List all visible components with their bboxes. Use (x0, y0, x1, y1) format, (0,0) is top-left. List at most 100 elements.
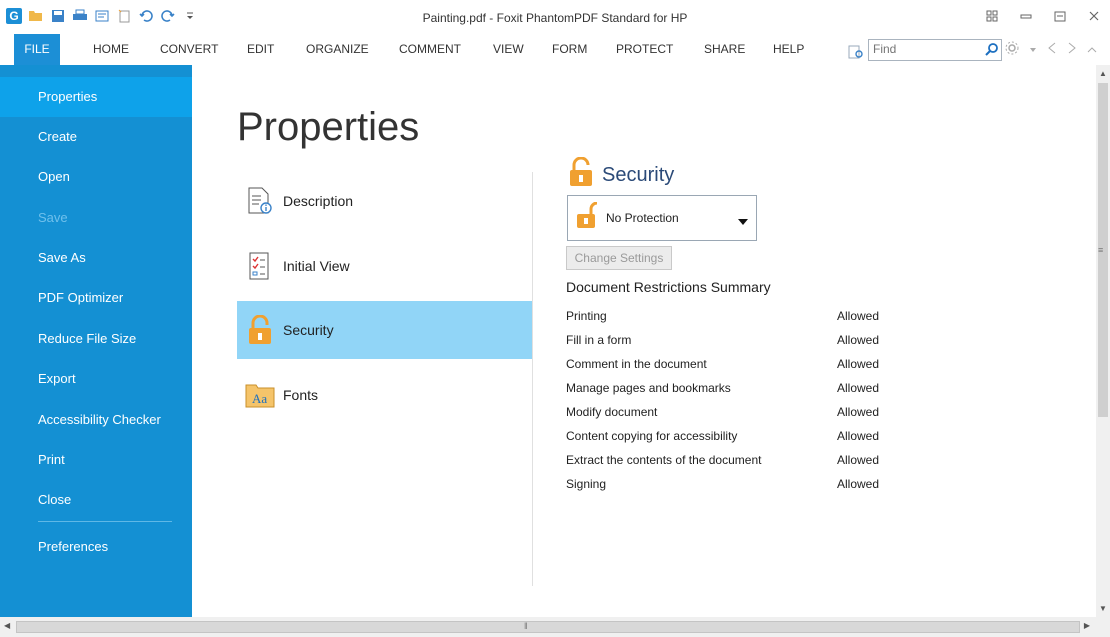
menu-help[interactable]: HELP (773, 34, 804, 65)
menu-home[interactable]: HOME (93, 34, 129, 65)
restriction-name: Printing (566, 309, 607, 323)
menu-file[interactable]: FILE (14, 34, 60, 65)
nav-item-label: Initial View (283, 258, 350, 274)
nav-item-fonts[interactable]: Aa Fonts (237, 366, 533, 424)
restrictions-summary-title: Document Restrictions Summary (566, 279, 771, 295)
scroll-grip-icon: ‖ (524, 621, 528, 631)
restriction-row: Extract the contents of the document All… (566, 449, 896, 473)
chevron-down-icon[interactable] (738, 213, 748, 231)
nav-item-security[interactable]: Security (237, 301, 533, 359)
sidebar-item-open[interactable]: Open (0, 157, 192, 197)
settings-gear-icon[interactable] (1005, 41, 1019, 58)
collapse-ribbon-icon[interactable] (1087, 43, 1097, 57)
restriction-row: Comment in the document Allowed (566, 353, 896, 377)
search-icon[interactable] (985, 42, 999, 61)
sidebar-item-save-as[interactable]: Save As (0, 238, 192, 278)
unlocked-icon (576, 201, 600, 235)
menu-form[interactable]: FORM (552, 34, 587, 65)
restore-icon[interactable] (1052, 8, 1068, 24)
window-title: Painting.pdf - Foxit PhantomPDF Standard… (422, 11, 688, 25)
next-icon[interactable] (1067, 42, 1077, 57)
ribbon-tools (1005, 41, 1097, 58)
dropdown-value: No Protection (606, 211, 679, 225)
horizontal-scrollbar[interactable]: ◀ ‖ ▶ (0, 617, 1096, 637)
find-field[interactable] (868, 39, 1002, 61)
properties-panel: Properties Description Initial View Secu… (192, 65, 1096, 617)
scroll-down-icon[interactable]: ▼ (1099, 604, 1107, 613)
restriction-status: Allowed (837, 429, 880, 443)
close-icon[interactable] (1086, 8, 1102, 24)
restriction-row: Fill in a form Allowed (566, 329, 896, 353)
security-lock-icon (568, 156, 594, 193)
restriction-row: Signing Allowed (566, 473, 896, 497)
lock-icon (245, 315, 275, 345)
page-title: Properties (237, 105, 420, 149)
restriction-name: Fill in a form (566, 333, 632, 347)
menu-comment[interactable]: COMMENT (399, 34, 461, 65)
menu-organize[interactable]: ORGANIZE (306, 34, 369, 65)
sidebar-item-create[interactable]: Create (0, 117, 192, 157)
previous-icon[interactable] (1047, 42, 1057, 57)
sidebar-item-print[interactable]: Print (0, 440, 192, 480)
restriction-status: Allowed (837, 405, 880, 419)
title-bar: G Painting.pdf - Foxit PhantomPDF Standa… (0, 0, 1110, 35)
scroll-right-icon[interactable]: ▶ (1084, 621, 1090, 630)
restriction-status: Allowed (837, 453, 880, 467)
ribbon-display-icon[interactable] (984, 8, 1000, 24)
sidebar-item-pdf-optimizer[interactable]: PDF Optimizer (0, 278, 192, 318)
window-controls (984, 8, 1102, 24)
restriction-row: Printing Allowed (566, 305, 896, 329)
restriction-status: Allowed (837, 381, 880, 395)
nav-item-label: Security (283, 322, 334, 338)
sidebar-item-properties[interactable]: Properties (0, 77, 192, 117)
sidebar-item-preferences[interactable]: Preferences (0, 527, 192, 567)
find-document-icon[interactable] (848, 45, 864, 64)
nav-item-label: Fonts (283, 387, 319, 403)
restriction-row: Content copying for accessibility Allowe… (566, 425, 896, 449)
nav-item-label: Description (283, 193, 354, 209)
horizontal-scroll-thumb[interactable] (16, 621, 1080, 633)
nav-item-description[interactable]: Description (237, 172, 533, 230)
restriction-name: Modify document (566, 405, 658, 419)
restriction-row: Modify document Allowed (566, 401, 896, 425)
security-title: Security (602, 163, 675, 186)
security-method-dropdown[interactable]: No Protection (567, 195, 757, 241)
restriction-status: Allowed (837, 477, 880, 491)
scrollbar-corner (1096, 617, 1110, 637)
scroll-up-icon[interactable]: ▲ (1099, 69, 1107, 78)
sidebar-item-close[interactable]: Close (0, 480, 192, 520)
menu-share[interactable]: SHARE (704, 34, 745, 65)
scroll-left-icon[interactable]: ◀ (4, 621, 10, 630)
restriction-name: Signing (566, 477, 607, 491)
svg-text:Aa: Aa (252, 391, 267, 406)
restriction-status: Allowed (837, 333, 880, 347)
menu-view[interactable]: VIEW (493, 34, 524, 65)
restriction-status: Allowed (837, 357, 880, 371)
restriction-name: Content copying for accessibility (566, 429, 738, 443)
chevron-down-icon[interactable] (1029, 43, 1037, 57)
sidebar-item-reduce-file-size[interactable]: Reduce File Size (0, 319, 192, 359)
sidebar-divider (38, 521, 172, 522)
restriction-row: Manage pages and bookmarks Allowed (566, 377, 896, 401)
change-settings-button[interactable]: Change Settings (566, 246, 672, 270)
restriction-name: Comment in the document (566, 357, 707, 371)
restriction-name: Manage pages and bookmarks (566, 381, 731, 395)
vertical-scrollbar[interactable]: ▲ ≡ ▼ (1096, 65, 1110, 617)
sidebar-item-export[interactable]: Export (0, 359, 192, 399)
initial-view-icon (245, 251, 275, 281)
find-input[interactable] (869, 40, 981, 58)
nav-item-initial-view[interactable]: Initial View (237, 237, 533, 295)
fonts-folder-icon: Aa (245, 380, 275, 410)
menu-edit[interactable]: EDIT (247, 34, 274, 65)
restriction-name: Extract the contents of the document (566, 453, 762, 467)
security-heading: Security (568, 156, 675, 193)
scroll-grip-icon: ≡ (1098, 245, 1104, 255)
panel-divider (532, 172, 533, 586)
restriction-status: Allowed (837, 309, 880, 323)
minimize-icon[interactable] (1018, 8, 1034, 24)
sidebar-item-save: Save (38, 210, 68, 225)
description-icon (245, 186, 275, 216)
menu-convert[interactable]: CONVERT (160, 34, 218, 65)
menu-protect[interactable]: PROTECT (616, 34, 673, 65)
sidebar-item-accessibility-checker[interactable]: Accessibility Checker (0, 400, 192, 440)
